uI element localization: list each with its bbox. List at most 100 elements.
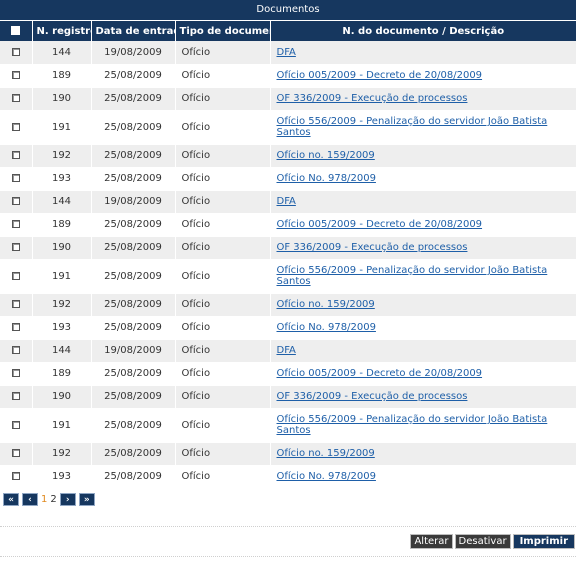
document-link[interactable]: Ofício no. 159/2009 [277,150,375,161]
row-checkbox[interactable] [0,144,33,168]
row-checkbox[interactable] [0,339,33,363]
table-row: 191 25/08/2009 Ofício Ofício 556/2009 - Pen… [0,259,576,294]
checkbox-icon[interactable] [11,420,20,429]
document-link[interactable]: DFA [277,47,296,58]
cell-data-entrada: 25/08/2009 [91,408,176,443]
row-checkbox[interactable] [0,408,33,443]
select-all-checkbox[interactable] [0,21,33,41]
first-page-button[interactable]: « [3,492,19,506]
table-row: 189 25/08/2009 Ofício Ofício 005/2009 - Dec… [0,64,576,88]
col-header-descricao[interactable]: N. do documento / Descrição [270,21,576,41]
cell-tipo-documento: Ofício [175,190,271,214]
document-link[interactable]: Ofício 005/2009 - Decreto de 20/08/2009 [277,368,483,379]
document-link[interactable]: Ofício No. 978/2009 [277,173,376,184]
cell-descricao: Ofício 556/2009 - Penalização do servido… [270,408,576,443]
table-row: 192 25/08/2009 Ofício Ofício no. 159/2009 [0,442,576,466]
document-link[interactable]: Ofício 556/2009 - Penalização do servido… [277,116,548,138]
cell-descricao: DFA [270,339,576,363]
page-2-link[interactable]: 2 [50,494,56,505]
document-link[interactable]: Ofício No. 978/2009 [277,322,376,333]
cell-data-entrada: 25/08/2009 [91,316,176,340]
imprimir-button[interactable]: Imprimir [512,534,575,549]
cell-registro: 192 [32,293,92,317]
checkbox-icon[interactable] [11,26,21,35]
last-page-button[interactable]: » [78,492,95,506]
row-checkbox[interactable] [0,465,33,489]
cell-registro: 190 [32,385,92,409]
checkbox-icon[interactable] [11,151,20,159]
row-checkbox[interactable] [0,259,33,294]
checkbox-icon[interactable] [11,197,20,205]
cell-tipo-documento: Ofício [175,167,271,191]
row-checkbox[interactable] [0,110,33,145]
row-checkbox[interactable] [0,190,33,214]
cell-tipo-documento: Ofício [175,64,271,88]
row-checkbox[interactable] [0,64,33,88]
col-header-registro[interactable]: N. registro [32,21,92,41]
table-row: 192 25/08/2009 Ofício Ofício no. 159/2009 [0,293,576,317]
checkbox-icon[interactable] [11,94,20,102]
document-link[interactable]: OF 336/2009 - Execução de processos [277,242,468,253]
cell-descricao: OF 336/2009 - Execução de processos [270,236,576,260]
checkbox-icon[interactable] [11,300,20,308]
row-checkbox[interactable] [0,385,33,409]
cell-tipo-documento: Ofício [175,236,271,260]
row-checkbox[interactable] [0,213,33,237]
checkbox-icon[interactable] [11,174,20,182]
row-checkbox[interactable] [0,316,33,340]
document-link[interactable]: Ofício 005/2009 - Decreto de 20/08/2009 [277,70,483,81]
cell-tipo-documento: Ofício [175,408,271,443]
checkbox-icon[interactable] [11,323,20,331]
row-checkbox[interactable] [0,236,33,260]
col-header-tipo-documento[interactable]: Tipo de documento [175,21,271,41]
alterar-button[interactable]: Alterar [410,534,453,549]
cell-tipo-documento: Ofício [175,110,271,145]
prev-page-button[interactable]: ‹ [22,492,38,506]
checkbox-icon[interactable] [11,369,20,377]
cell-data-entrada: 25/08/2009 [91,465,176,489]
cell-data-entrada: 25/08/2009 [91,144,176,168]
checkbox-icon[interactable] [11,122,20,131]
checkbox-icon[interactable] [11,472,20,480]
desativar-button[interactable]: Desativar [454,534,511,549]
document-link[interactable]: Ofício 556/2009 - Penalização do servido… [277,265,548,287]
document-link[interactable]: DFA [277,345,296,356]
table-row: 190 25/08/2009 Ofício OF 336/2009 - Execuçã… [0,87,576,111]
document-link[interactable]: Ofício No. 978/2009 [277,471,376,482]
cell-data-entrada: 25/08/2009 [91,236,176,260]
checkbox-icon[interactable] [11,271,20,280]
document-link[interactable]: Ofício no. 159/2009 [277,448,375,459]
checkbox-icon[interactable] [11,243,20,251]
cell-registro: 144 [32,190,92,214]
document-link[interactable]: Ofício no. 159/2009 [277,299,375,310]
checkbox-icon[interactable] [11,47,20,56]
cell-data-entrada: 25/08/2009 [91,293,176,317]
document-link[interactable]: OF 336/2009 - Execução de processos [277,391,468,402]
row-checkbox[interactable] [0,87,33,111]
checkbox-icon[interactable] [11,346,20,354]
checkbox-icon[interactable] [11,449,20,457]
document-link[interactable]: OF 336/2009 - Execução de processos [277,93,468,104]
cell-descricao: OF 336/2009 - Execução de processos [270,87,576,111]
row-checkbox[interactable] [0,293,33,317]
divider-top [0,526,576,527]
document-link[interactable]: DFA [277,196,296,207]
row-checkbox[interactable] [0,442,33,466]
checkbox-icon[interactable] [11,392,20,400]
current-page-number: 1 [41,493,48,505]
document-link[interactable]: Ofício 005/2009 - Decreto de 20/08/2009 [277,219,483,230]
cell-descricao: Ofício 005/2009 - Decreto de 20/08/2009 [270,362,576,386]
row-checkbox[interactable] [0,41,33,65]
cell-registro: 191 [32,110,92,145]
cell-tipo-documento: Ofício [175,144,271,168]
checkbox-icon[interactable] [11,220,20,228]
cell-data-entrada: 19/08/2009 [91,190,176,214]
col-header-data-entrada[interactable]: Data de entrada [91,21,176,41]
row-checkbox[interactable] [0,362,33,386]
next-page-button[interactable]: › [59,492,76,506]
cell-registro: 193 [32,167,92,191]
checkbox-icon[interactable] [11,71,20,79]
document-link[interactable]: Ofício 556/2009 - Penalização do servido… [277,414,548,436]
row-checkbox[interactable] [0,167,33,191]
cell-descricao: DFA [270,190,576,214]
